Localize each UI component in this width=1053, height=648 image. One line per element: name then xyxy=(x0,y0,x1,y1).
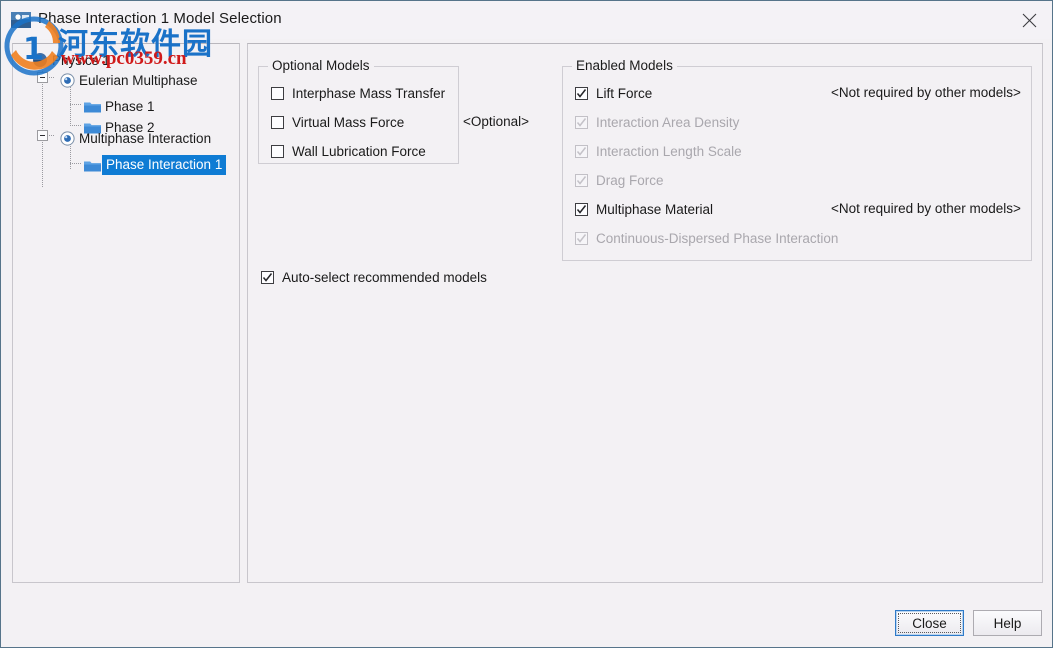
checkbox-label: Lift Force xyxy=(596,85,653,101)
tree-node-label: Multiphase Interaction xyxy=(79,130,212,146)
tree-expander-eulerian-multiphase[interactable] xyxy=(37,72,48,83)
folder-icon xyxy=(83,158,102,173)
tree-guide-line xyxy=(70,163,81,165)
window-title: Phase Interaction 1 Model Selection xyxy=(38,10,282,27)
model-icon xyxy=(59,72,76,88)
enabled-models-title: Enabled Models xyxy=(572,58,677,73)
checkbox-label: Interaction Length Scale xyxy=(596,143,742,159)
help-button-label: Help xyxy=(993,615,1022,631)
optional-side-note: <Optional> xyxy=(463,114,530,129)
checkbox-label: Multiphase Material xyxy=(596,201,714,217)
folder-icon xyxy=(83,99,102,114)
close-icon[interactable] xyxy=(1007,1,1052,39)
requirement-note-multiphase-material: <Not required by other models> xyxy=(831,201,1021,216)
physics-icon xyxy=(31,52,49,68)
checkbox-lift-force[interactable] xyxy=(575,86,588,100)
tree-node-label: Physics 1 xyxy=(52,52,110,68)
checkbox-row-lift-force[interactable]: Lift Force xyxy=(575,83,652,103)
tree-node-phase-interaction-1[interactable]: Phase Interaction 1 xyxy=(83,155,227,175)
tree-node-multiphase-interaction[interactable]: Multiphase Interaction xyxy=(59,128,214,148)
help-button[interactable]: Help xyxy=(973,610,1042,636)
model-selection-content: Optional Models Interphase Mass Transfer… xyxy=(247,43,1043,583)
enabled-models-group: Enabled Models Lift Force <Not required … xyxy=(562,58,1032,261)
checkbox-label: Virtual Mass Force xyxy=(292,114,405,130)
checkbox-drag-force xyxy=(575,173,588,187)
tree-guide-line xyxy=(42,71,44,187)
checkbox-continuous-dispersed-phase-interaction xyxy=(575,231,588,245)
optional-models-group: Optional Models Interphase Mass Transfer… xyxy=(258,58,459,164)
checkbox-label: Continuous-Dispersed Phase Interaction xyxy=(596,230,839,246)
tree-expander-multiphase-interaction[interactable] xyxy=(37,130,48,141)
checkbox-label: Wall Lubrication Force xyxy=(292,143,426,159)
checkbox-row-continuous-dispersed-phase-interaction: Continuous-Dispersed Phase Interaction xyxy=(575,228,838,248)
close-button[interactable]: Close xyxy=(895,610,964,636)
checkbox-row-interaction-length-scale: Interaction Length Scale xyxy=(575,141,742,161)
checkbox-row-drag-force: Drag Force xyxy=(575,170,664,190)
checkbox-multiphase-material[interactable] xyxy=(575,202,588,216)
tree-guide-line xyxy=(70,104,81,106)
checkbox-label: Interphase Mass Transfer xyxy=(292,85,446,101)
tree-node-physics-1[interactable]: Physics 1 xyxy=(31,50,113,70)
tree-node-label: Eulerian Multiphase xyxy=(79,72,198,88)
checkbox-auto-select-recommended-models[interactable] xyxy=(261,270,274,284)
app-icon xyxy=(10,9,32,31)
optional-models-title: Optional Models xyxy=(268,58,374,73)
checkbox-label: Drag Force xyxy=(596,172,664,188)
tree-node-label-selected: Phase Interaction 1 xyxy=(102,155,227,175)
checkbox-row-virtual-mass-force[interactable]: Virtual Mass Force xyxy=(271,112,404,132)
requirement-note-lift-force: <Not required by other models> xyxy=(831,85,1021,100)
checkbox-interphase-mass-transfer[interactable] xyxy=(271,86,284,100)
model-tree-panel[interactable]: Physics 1 Eulerian Multiphase Phase 1 Ph… xyxy=(12,43,240,583)
checkbox-row-multiphase-material[interactable]: Multiphase Material xyxy=(575,199,713,219)
checkbox-row-interphase-mass-transfer[interactable]: Interphase Mass Transfer xyxy=(271,83,445,103)
model-selection-dialog: Phase Interaction 1 Model Selection Phys… xyxy=(0,0,1053,648)
checkbox-row-interaction-area-density: Interaction Area Density xyxy=(575,112,739,132)
focus-ring xyxy=(898,613,961,633)
checkbox-interaction-area-density xyxy=(575,115,588,129)
checkbox-row-wall-lubrication-force[interactable]: Wall Lubrication Force xyxy=(271,141,426,161)
checkbox-row-auto-select-recommended-models[interactable]: Auto-select recommended models xyxy=(261,267,487,287)
tree-guide-line xyxy=(70,125,81,127)
checkbox-label: Auto-select recommended models xyxy=(282,269,487,285)
checkbox-virtual-mass-force[interactable] xyxy=(271,115,284,129)
tree-node-phase-1[interactable]: Phase 1 xyxy=(83,96,158,116)
checkbox-interaction-length-scale xyxy=(575,144,588,158)
tree-node-label: Phase 1 xyxy=(105,98,155,114)
title-bar: Phase Interaction 1 Model Selection xyxy=(1,1,1052,39)
model-icon xyxy=(59,130,76,146)
tree-node-eulerian-multiphase[interactable]: Eulerian Multiphase xyxy=(59,70,201,90)
checkbox-label: Interaction Area Density xyxy=(596,114,740,130)
checkbox-wall-lubrication-force[interactable] xyxy=(271,144,284,158)
